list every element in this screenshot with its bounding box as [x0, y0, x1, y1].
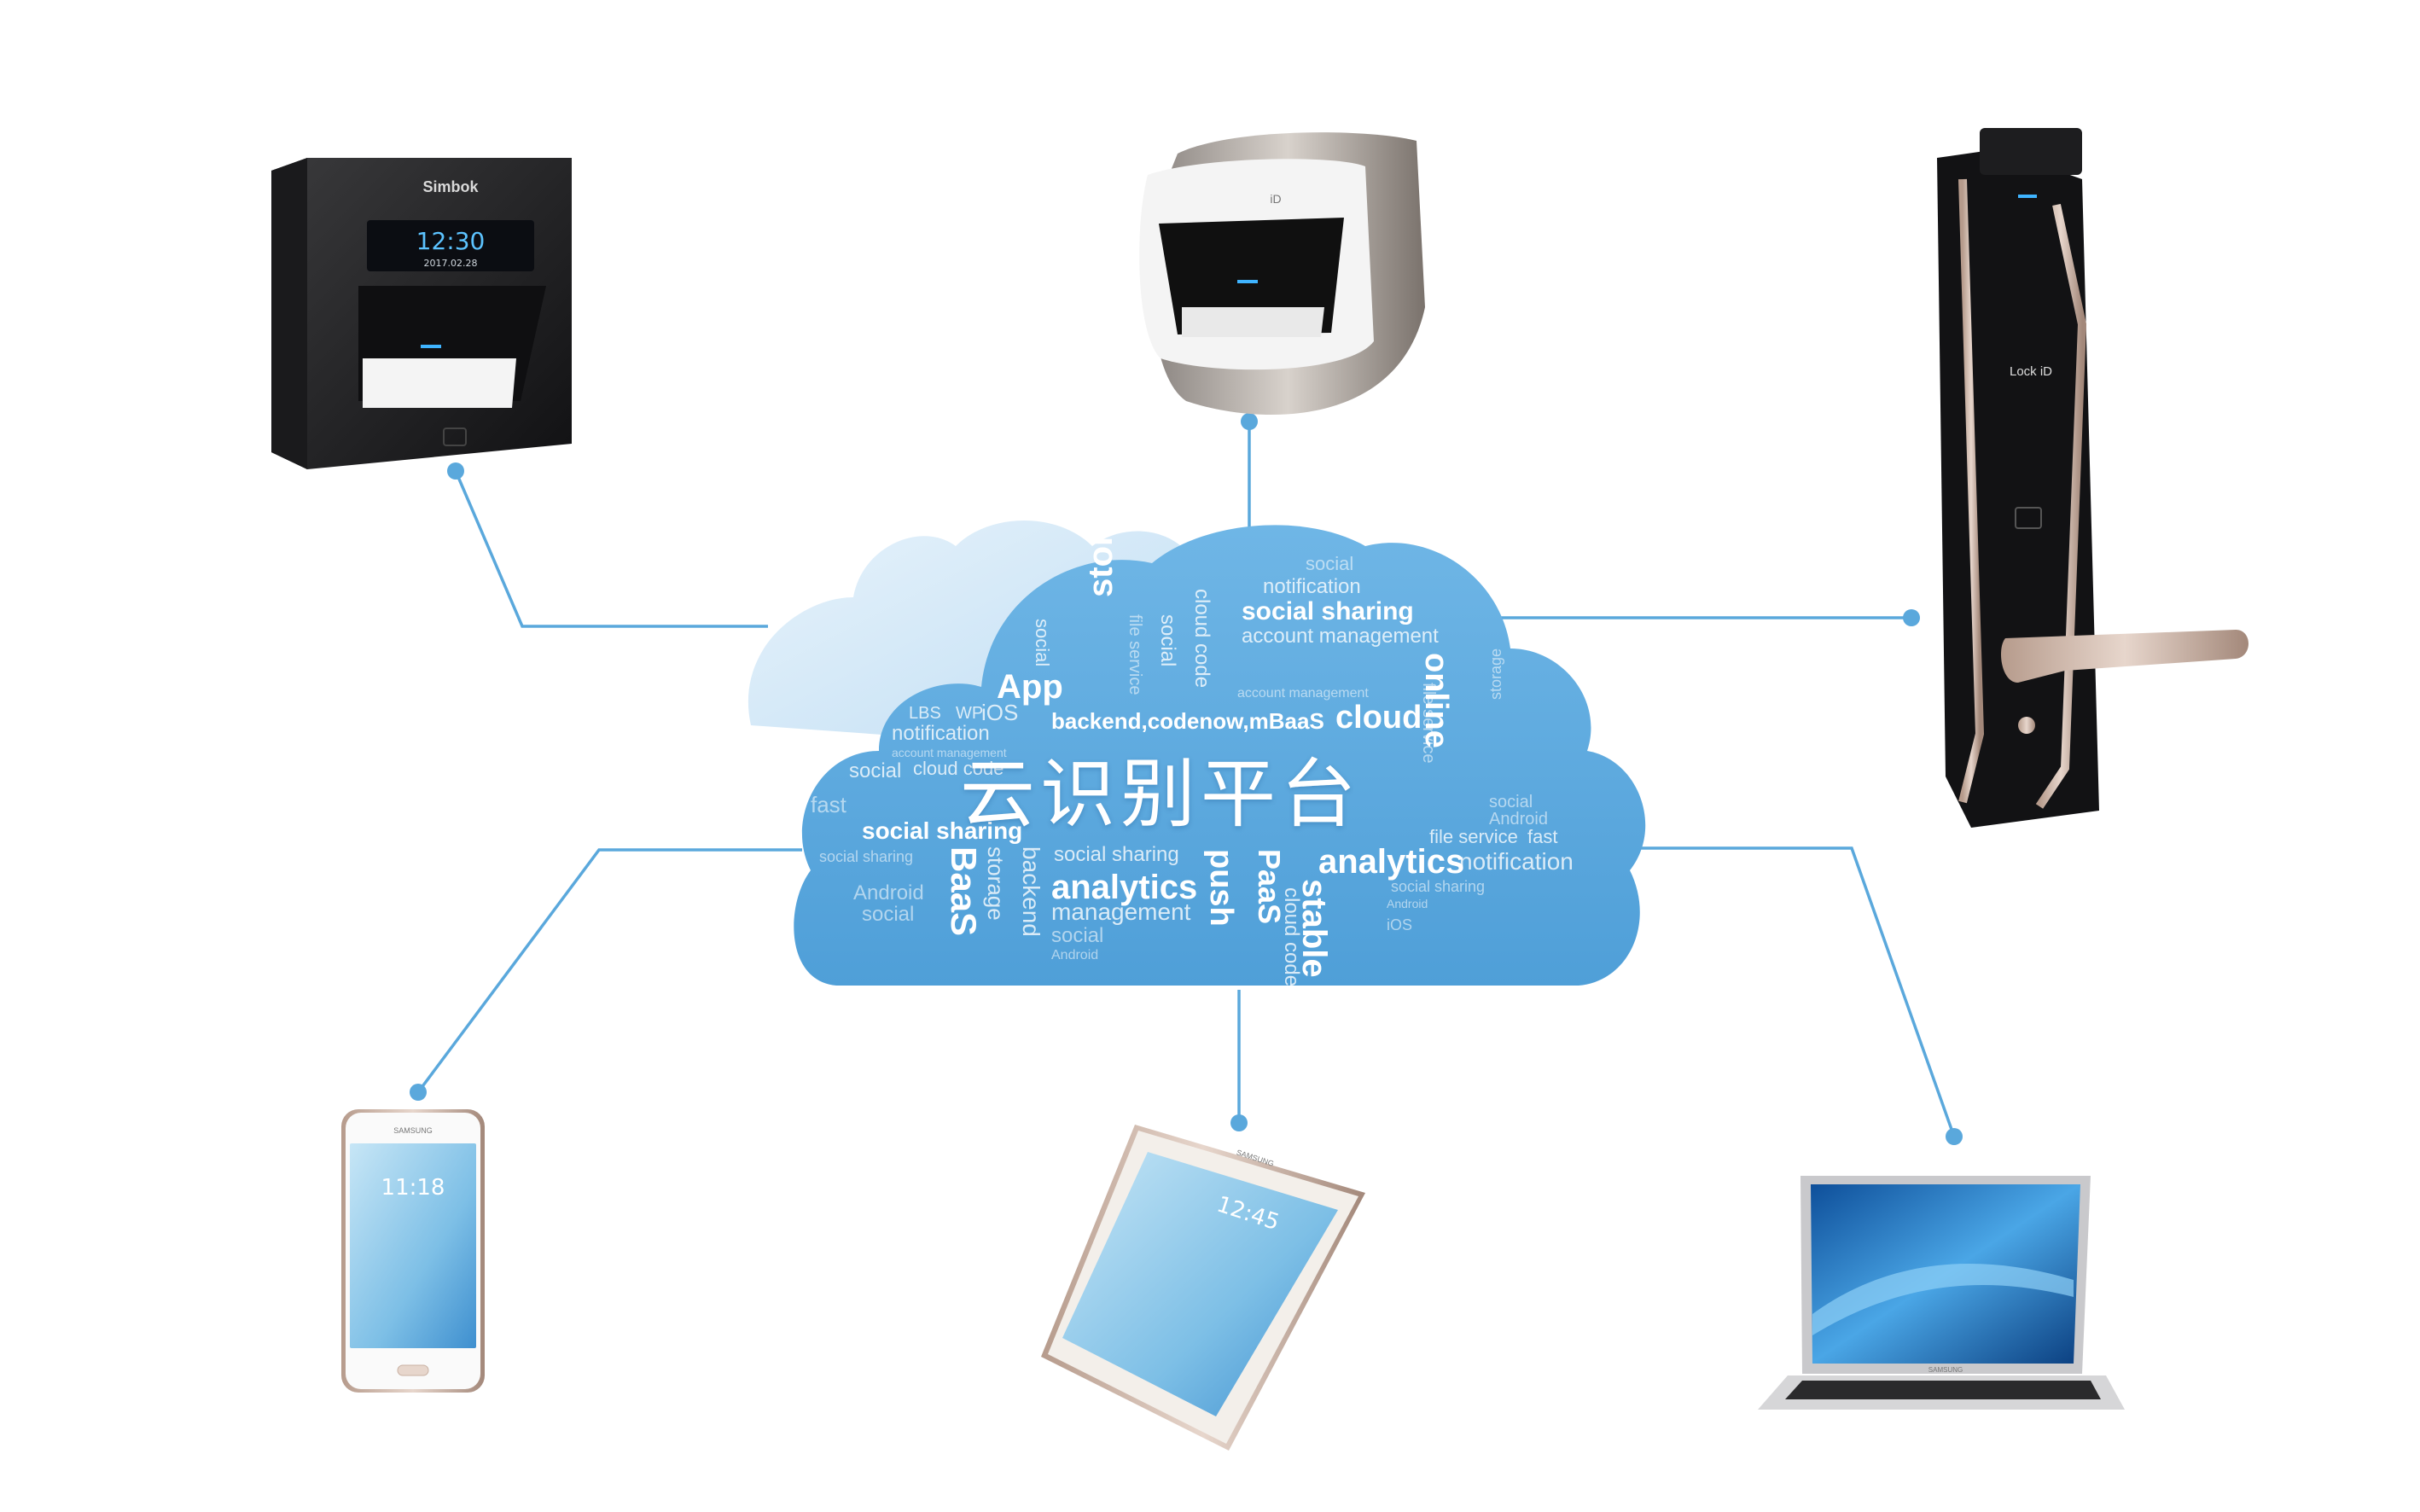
cloud-word: notification	[1459, 848, 1574, 875]
cloud-word: file service	[1429, 826, 1518, 847]
cloud-word: iOS	[1387, 916, 1413, 933]
laptop: SAMSUNG	[1758, 1176, 2125, 1410]
cloud-word: social sharing	[1391, 878, 1486, 895]
cloud-word: LBS	[909, 704, 941, 723]
lock-led	[2018, 195, 2037, 198]
terminal-led	[421, 345, 441, 348]
lock-keyhole	[2018, 717, 2035, 734]
cloud-word: notification	[1263, 575, 1361, 598]
cloud-platform-title: 云识别平台	[959, 750, 1361, 838]
cloud-word: social sharing	[819, 848, 914, 865]
cloud-word: file service	[1419, 683, 1438, 764]
cloud-word: social sharing	[1054, 843, 1179, 866]
cloud-word: social	[1032, 619, 1053, 667]
connector-phone	[416, 848, 802, 1094]
cloud-word: Android	[1489, 810, 1548, 829]
phone-screen	[350, 1143, 476, 1348]
reader-sensor	[1182, 307, 1324, 337]
cloud-word: WP	[956, 704, 984, 723]
reader-led	[1237, 280, 1258, 283]
terminal-sensor	[363, 358, 516, 408]
cloud-word: social	[849, 759, 902, 782]
cloud-word: account management	[1242, 625, 1439, 648]
lock-handle	[2001, 630, 2248, 683]
laptop-keyboard	[1785, 1381, 2101, 1399]
terminal-brand: Simbok	[422, 178, 479, 195]
cloud-word: management	[1051, 898, 1191, 925]
lock-flap	[1980, 128, 2082, 175]
connector-laptop	[1621, 846, 1956, 1137]
dot-laptop	[1946, 1128, 1963, 1145]
cloud-word: backend	[1018, 846, 1044, 937]
phone-brand: SAMSUNG	[393, 1126, 433, 1135]
cloud-word: social	[1156, 614, 1179, 667]
smartphone: SAMSUNG 11:18	[341, 1109, 485, 1393]
reader-brand: iD	[1270, 192, 1281, 206]
cloud-word: push	[1203, 849, 1239, 927]
cloud-word: cloud code	[1190, 589, 1213, 689]
cloud-word: Android	[853, 881, 924, 904]
cloud-word: backend,codenow,mBaaS	[1051, 708, 1324, 734]
cloud-word: cloud code	[1280, 887, 1303, 987]
cloud-word: social	[1051, 924, 1104, 947]
smart-door-lock: Lock iD	[1937, 128, 2248, 828]
cloud-word: storage	[983, 846, 1009, 921]
dot-terminal	[447, 462, 464, 480]
cloud-word: storage	[1487, 648, 1504, 700]
dot-phone	[410, 1084, 427, 1101]
cloud-word: fast	[811, 792, 846, 817]
cloud-word: storage	[1082, 474, 1120, 598]
cloud-word: social	[1489, 793, 1533, 811]
connector-terminal	[454, 470, 768, 628]
cloud-word: BaaS	[944, 846, 984, 937]
cloud-word: Android	[1051, 948, 1099, 962]
terminal-date: 2017.02.28	[424, 258, 478, 269]
cloud-word: account management	[1237, 686, 1369, 701]
cloud-word: fast	[1527, 826, 1558, 847]
cloud-word: Android	[1387, 897, 1428, 910]
dot-lock	[1903, 609, 1920, 626]
cloud-word: cloud	[1335, 700, 1422, 736]
phone-home-button	[397, 1364, 429, 1376]
fingerprint-terminal: 12:30 2017.02.28 Simbok	[271, 158, 572, 469]
terminal-time: 12:30	[416, 227, 486, 255]
cloud-word: social sharing	[1242, 597, 1414, 625]
cloud-word: iOS	[981, 700, 1019, 725]
phone-time: 11:18	[381, 1175, 445, 1201]
cloud-word: social	[862, 903, 915, 926]
cloud-word: App	[997, 668, 1063, 706]
tablet: 12:45 SAMSUNG	[1041, 1125, 1365, 1451]
terminal-side	[271, 158, 307, 469]
cloud-word: analytics	[1318, 843, 1465, 881]
lock-brand: Lock iD	[2010, 364, 2052, 379]
cloud-word: social	[1306, 553, 1354, 574]
dot-tablet	[1230, 1114, 1248, 1131]
dot-reader	[1241, 413, 1258, 430]
desktop-fingerprint-reader: iD	[1139, 132, 1425, 415]
laptop-brand: SAMSUNG	[1928, 1366, 1963, 1374]
cloud-word: file service	[1126, 614, 1144, 695]
